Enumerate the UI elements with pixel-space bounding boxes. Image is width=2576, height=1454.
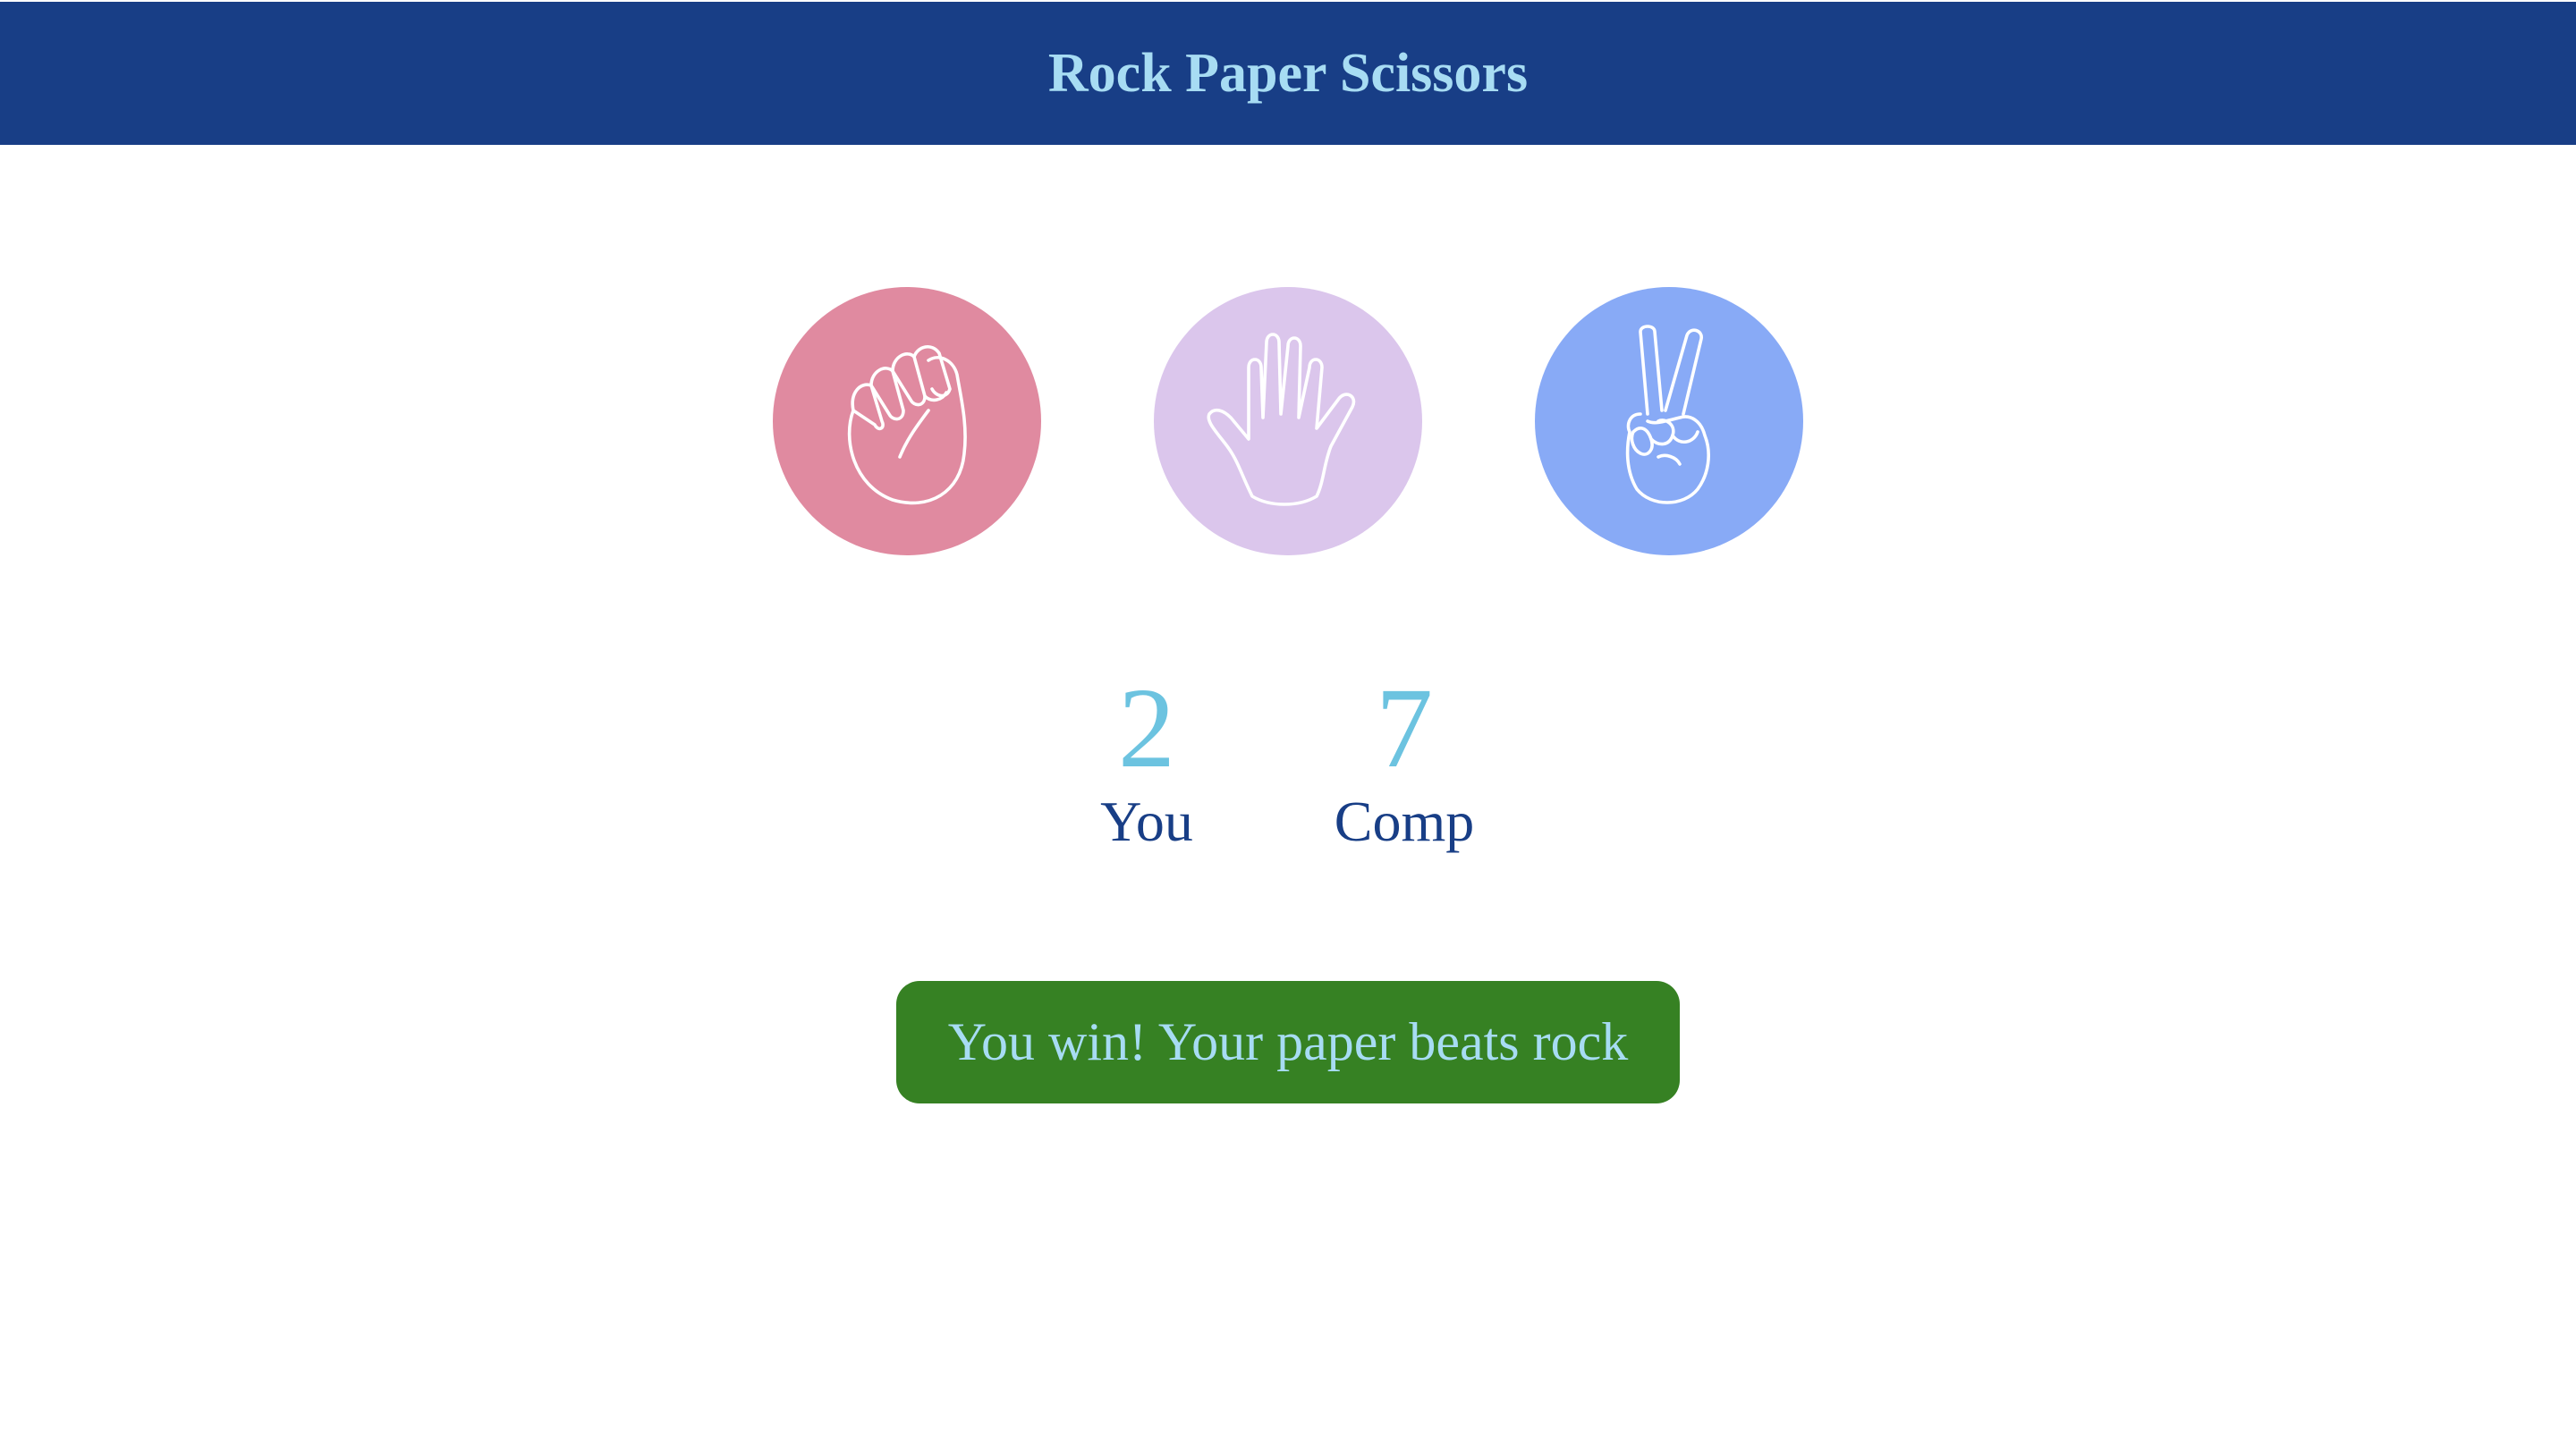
computer-score-label: Comp — [1334, 790, 1475, 853]
computer-score-value: 7 — [1376, 664, 1433, 791]
paper-button[interactable] — [1154, 287, 1422, 555]
fist-icon — [818, 321, 996, 522]
user-score-value: 2 — [1118, 664, 1175, 791]
page-title: Rock Paper Scissors — [1047, 42, 1529, 104]
user-score-label: You — [1100, 790, 1193, 853]
rock-button[interactable] — [773, 287, 1041, 555]
app-header: Rock Paper Scissors — [0, 2, 2576, 145]
scissors-button[interactable] — [1535, 287, 1803, 555]
open-hand-icon — [1199, 321, 1377, 522]
result-message: You win! Your paper beats rock — [896, 981, 1680, 1103]
computer-score: 7 Comp — [1297, 671, 1512, 853]
peace-sign-icon — [1580, 321, 1758, 522]
choices-row — [0, 287, 2576, 555]
user-score: 2 You — [1039, 671, 1254, 853]
